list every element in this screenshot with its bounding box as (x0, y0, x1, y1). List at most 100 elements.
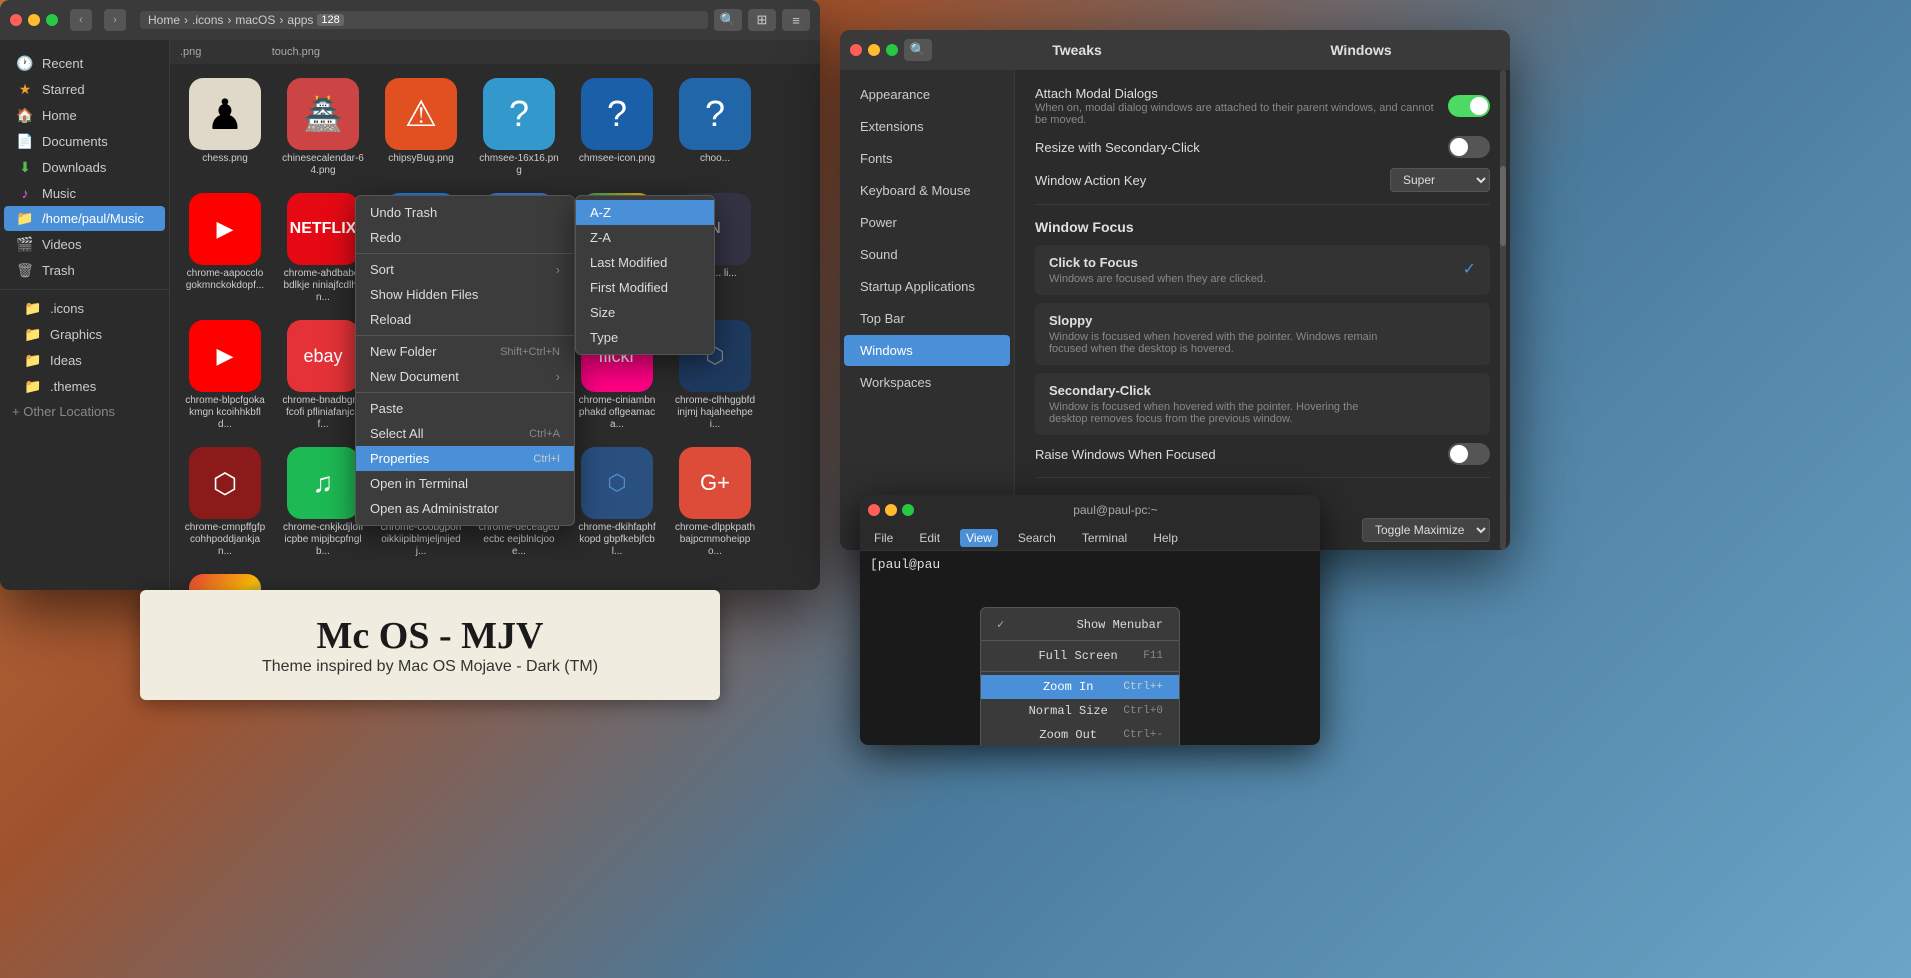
cm-select-all[interactable]: Select All Ctrl+A (356, 421, 574, 446)
sort-type[interactable]: Type (576, 325, 714, 350)
sort-first-modified[interactable]: First Modified (576, 275, 714, 300)
sidebar-item-other-locations[interactable]: + Other Locations (0, 400, 169, 423)
cm-paste[interactable]: Paste (356, 396, 574, 421)
tw-nav-top-bar[interactable]: Top Bar (844, 303, 1010, 334)
sidebar-item-graphics[interactable]: 📁 Graphics (4, 322, 165, 347)
cm-redo[interactable]: Redo (356, 225, 574, 250)
cm-label: Sort (370, 262, 394, 277)
tw-nav-windows[interactable]: Windows (844, 335, 1010, 366)
file-item[interactable]: G+ chrome-dlppkpathbajpcmmoheippo... (670, 443, 760, 562)
file-icon: G+ (679, 447, 751, 519)
sidebar-label-videos: Videos (42, 237, 82, 252)
file-item[interactable]: ? choo... (670, 74, 760, 181)
cm-open-admin[interactable]: Open as Administrator (356, 496, 574, 521)
sidebar-item-music[interactable]: ♪ Music (4, 181, 165, 205)
back-button[interactable]: ‹ (70, 9, 92, 31)
cm-new-document[interactable]: New Document › (356, 364, 574, 389)
file-item[interactable]: ⚠ chipsyBug.png (376, 74, 466, 181)
breadcrumb-home[interactable]: Home (148, 13, 180, 27)
cm-show-hidden[interactable]: Show Hidden Files (356, 282, 574, 307)
file-item[interactable]: ⬡ chrome-dkihfaphfkopd gbpfkebjfcbl... (572, 443, 662, 562)
cm-open-terminal[interactable]: Open in Terminal (356, 471, 574, 496)
cm-properties[interactable]: Properties Ctrl+I (356, 446, 574, 471)
term-menu-file[interactable]: File (868, 529, 899, 547)
focus-option-click[interactable]: Click to Focus Windows are focused when … (1035, 245, 1490, 295)
file-item[interactable]: ? chmsee-icon.png (572, 74, 662, 181)
file-item[interactable]: ⬡ chrome-efnaogkjbogok cnohkmnjdoj... (180, 570, 270, 590)
close-button[interactable] (10, 14, 22, 26)
sidebar-item-icons[interactable]: 📁 .icons (4, 296, 165, 321)
file-item[interactable]: ♟ chess.png (180, 74, 270, 181)
sort-last-modified[interactable]: Last Modified (576, 250, 714, 275)
minimize-button[interactable] (28, 14, 40, 26)
minimize-button[interactable] (868, 44, 880, 56)
td-normal-size[interactable]: Normal Size Ctrl+0 (981, 699, 1179, 723)
sidebar-item-videos[interactable]: 🎬 Videos (4, 232, 165, 257)
term-menu-terminal[interactable]: Terminal (1076, 529, 1133, 547)
file-item[interactable]: ? chmsee-16x16.png (474, 74, 564, 181)
term-menu-edit[interactable]: Edit (913, 529, 946, 547)
tw-nav-fonts[interactable]: Fonts (844, 143, 1010, 174)
attach-modal-toggle[interactable] (1448, 95, 1490, 117)
tw-nav-startup[interactable]: Startup Applications (844, 271, 1010, 302)
tw-nav-extensions[interactable]: Extensions (844, 111, 1010, 142)
td-zoom-in[interactable]: Zoom In Ctrl++ (981, 675, 1179, 699)
breadcrumb-apps[interactable]: apps (287, 13, 313, 27)
cm-new-folder[interactable]: New Folder Shift+Ctrl+N (356, 339, 574, 364)
td-show-menubar[interactable]: ✓ Show Menubar (981, 612, 1179, 637)
view-toggle-button[interactable]: ⊞ (748, 9, 776, 31)
tw-nav-sound[interactable]: Sound (844, 239, 1010, 270)
td-zoom-out[interactable]: Zoom Out Ctrl+- (981, 723, 1179, 745)
search-button[interactable]: 🔍 (904, 39, 932, 61)
maximize-button[interactable] (886, 44, 898, 56)
focus-option-sloppy[interactable]: Sloppy Window is focused when hovered wi… (1035, 303, 1490, 365)
cm-shortcut: Ctrl+A (529, 428, 560, 440)
raise-focused-toggle[interactable] (1448, 443, 1490, 465)
term-menu-search[interactable]: Search (1012, 529, 1062, 547)
breadcrumb-macos[interactable]: macOS (235, 13, 275, 27)
sidebar-item-home-music[interactable]: 📁 /home/paul/Music (4, 206, 165, 231)
file-item[interactable]: ⬡ chrome-cmnpffgfpcohhpoddjankjan... (180, 443, 270, 562)
menu-button[interactable]: ≡ (782, 9, 810, 31)
file-item[interactable]: ▶ chrome-blpcfgokakmgn kcoihhkbfld... (180, 316, 270, 435)
resize-secondary-toggle[interactable] (1448, 136, 1490, 158)
maximize-button[interactable] (902, 504, 914, 516)
term-menu-view[interactable]: View (960, 529, 998, 547)
sort-az[interactable]: A-Z ● (576, 200, 714, 225)
file-item[interactable]: ▶ chrome-aapocclogokmnckokdopf... (180, 189, 270, 308)
breadcrumb[interactable]: Home › .icons › macOS › apps 128 (140, 11, 708, 29)
focus-option-secondary-click[interactable]: Secondary-Click Window is focused when h… (1035, 373, 1490, 435)
maximize-button[interactable] (46, 14, 58, 26)
forward-button[interactable]: › (104, 9, 126, 31)
sort-size[interactable]: Size (576, 300, 714, 325)
sidebar-item-downloads[interactable]: ⬇ Downloads (4, 155, 165, 180)
close-button[interactable] (850, 44, 862, 56)
tw-nav-workspaces[interactable]: Workspaces (844, 367, 1010, 398)
cm-sort[interactable]: Sort › (356, 257, 574, 282)
sidebar-item-themes[interactable]: 📁 .themes (4, 374, 165, 399)
cm-reload[interactable]: Reload (356, 307, 574, 332)
td-full-screen[interactable]: Full Screen F11 (981, 644, 1179, 668)
sidebar-item-trash[interactable]: 🗑 Trash (4, 258, 165, 283)
term-menu-help[interactable]: Help (1147, 529, 1184, 547)
sidebar-item-starred[interactable]: ★ Starred (4, 77, 165, 102)
tw-nav-keyboard-mouse[interactable]: Keyboard & Mouse (844, 175, 1010, 206)
sidebar-item-recent[interactable]: 🕐 Recent (4, 51, 165, 76)
window-action-key-select[interactable]: Super Alt (1390, 168, 1490, 192)
close-button[interactable] (868, 504, 880, 516)
tw-nav-appearance[interactable]: Appearance (844, 79, 1010, 110)
sort-za[interactable]: Z-A (576, 225, 714, 250)
tw-nav-power[interactable]: Power (844, 207, 1010, 238)
raise-focused-label: Raise Windows When Focused (1035, 447, 1216, 462)
sidebar-item-ideas[interactable]: 📁 Ideas (4, 348, 165, 373)
minimize-button[interactable] (885, 504, 897, 516)
double-click-select[interactable]: Toggle Maximize Lower Menu (1362, 518, 1490, 542)
scrollbar-track[interactable] (1500, 70, 1506, 550)
file-item[interactable]: 🏯 chinesecalendar-64.png (278, 74, 368, 181)
cm-undo-trash[interactable]: Undo Trash (356, 200, 574, 225)
breadcrumb-icons[interactable]: .icons (192, 13, 223, 27)
sidebar-item-documents[interactable]: 📄 Documents (4, 129, 165, 154)
search-button[interactable]: 🔍 (714, 9, 742, 31)
td-label: Zoom In (1043, 680, 1093, 694)
sidebar-item-home[interactable]: 🏠 Home (4, 103, 165, 128)
